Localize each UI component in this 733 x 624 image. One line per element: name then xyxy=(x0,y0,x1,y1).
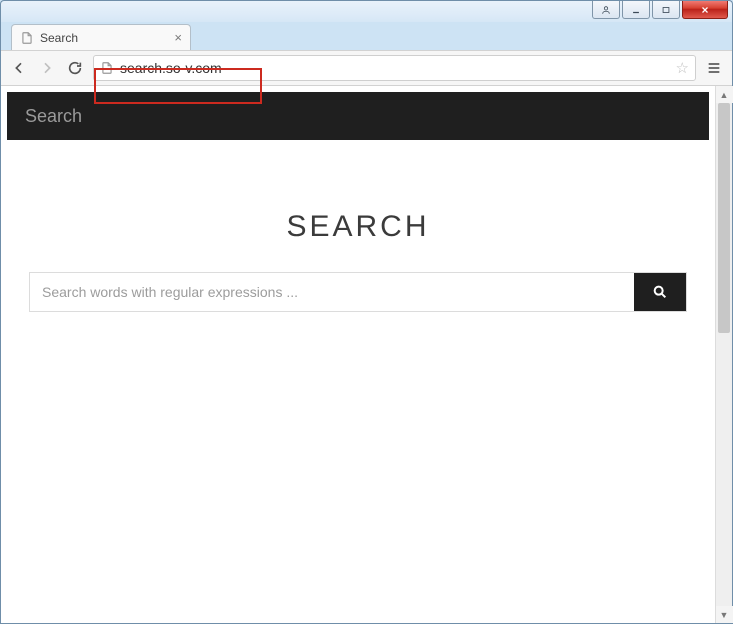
search-icon xyxy=(652,284,668,300)
tab-close-icon[interactable]: × xyxy=(174,30,182,45)
maximize-button[interactable] xyxy=(652,1,680,19)
site-header: Search xyxy=(7,92,709,140)
minimize-button[interactable] xyxy=(622,1,650,19)
tab-strip: Search × xyxy=(1,22,732,50)
forward-button[interactable] xyxy=(37,58,57,78)
url-text: search.so-v.com xyxy=(120,60,222,76)
search-heading: SEARCH xyxy=(29,210,687,244)
page-viewport: Search SEARCH ▲ ▼ xyxy=(1,86,732,623)
search-button[interactable] xyxy=(634,273,686,311)
address-bar[interactable]: search.so-v.com ☆ xyxy=(93,55,696,81)
tab-title: Search xyxy=(40,31,78,45)
search-form xyxy=(29,272,687,312)
scroll-track[interactable] xyxy=(716,103,732,606)
back-button[interactable] xyxy=(9,58,29,78)
scroll-up-arrow[interactable]: ▲ xyxy=(716,86,733,103)
scroll-thumb[interactable] xyxy=(718,103,730,333)
site-brand[interactable]: Search xyxy=(25,106,82,127)
search-input[interactable] xyxy=(30,273,634,311)
page-content: Search SEARCH xyxy=(1,86,715,623)
browser-toolbar: search.so-v.com ☆ xyxy=(1,50,732,86)
window-titlebar xyxy=(0,0,733,22)
browser-window: Search × search.so-v.com ☆ Search xyxy=(0,22,733,624)
scroll-down-arrow[interactable]: ▼ xyxy=(716,606,733,623)
reload-button[interactable] xyxy=(65,58,85,78)
menu-button[interactable] xyxy=(704,58,724,78)
browser-tab[interactable]: Search × xyxy=(11,24,191,50)
bookmark-star-icon[interactable]: ☆ xyxy=(676,59,689,77)
page-icon xyxy=(100,61,114,75)
page-icon xyxy=(20,31,34,45)
close-button[interactable] xyxy=(682,1,728,19)
vertical-scrollbar[interactable]: ▲ ▼ xyxy=(715,86,732,623)
user-button[interactable] xyxy=(592,1,620,19)
